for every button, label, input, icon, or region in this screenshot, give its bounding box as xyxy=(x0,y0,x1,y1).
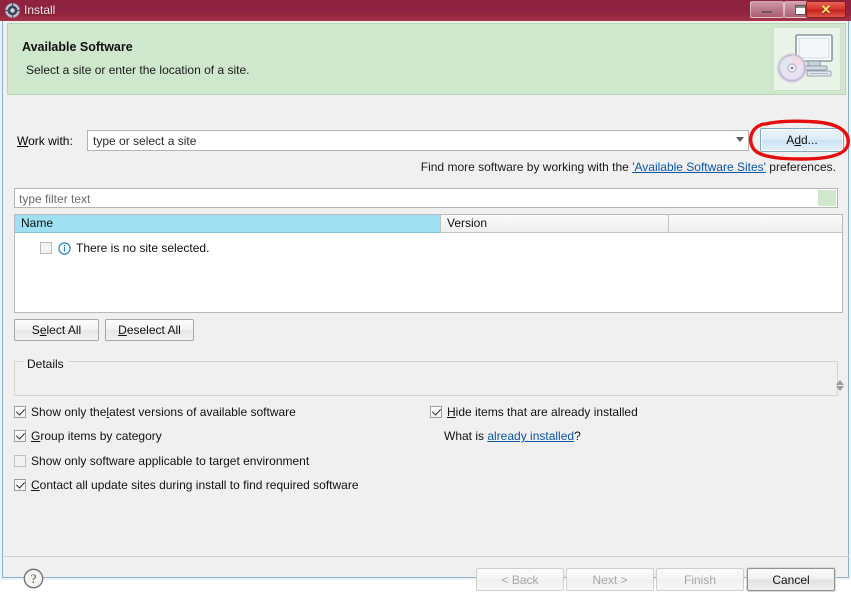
checkbox-label-before: Show only the xyxy=(31,405,107,419)
page-title: Available Software xyxy=(22,40,133,54)
help-question-icon[interactable]: ? xyxy=(23,568,44,589)
checkbox-label-mnemonic: S xyxy=(31,454,40,468)
svg-text:?: ? xyxy=(31,571,37,586)
work-with-combo[interactable]: type or select a site xyxy=(87,130,749,151)
checkbox-show-only-applicable[interactable]: Show only software applicable to target … xyxy=(14,454,309,468)
eclipse-gear-icon xyxy=(5,3,20,18)
checkbox-label-mnemonic: C xyxy=(31,478,40,492)
checkbox-box[interactable] xyxy=(14,479,26,491)
window-titlebar[interactable]: Install ✕ xyxy=(0,0,851,21)
filter-status-indicator xyxy=(818,190,836,206)
checkbox-label-mnemonic: G xyxy=(31,429,41,443)
select-all-prefix: S xyxy=(31,323,40,337)
checkbox-group-items-by-category[interactable]: Group items by category xyxy=(14,429,162,443)
work-with-label: Work with: xyxy=(17,134,73,148)
checkbox-hide-installed-items[interactable]: Hide items that are already installed xyxy=(430,405,638,419)
scroll-up-icon[interactable] xyxy=(835,380,844,385)
details-label: Details xyxy=(23,357,68,371)
info-icon xyxy=(58,241,71,255)
close-icon: ✕ xyxy=(820,1,832,17)
table-row[interactable]: There is no site selected. xyxy=(15,239,209,257)
row-checkbox[interactable] xyxy=(40,242,52,254)
find-more-software-text: Find more software by working with the '… xyxy=(421,160,836,174)
select-all-suffix: lect All xyxy=(46,323,82,337)
checkbox-box[interactable] xyxy=(14,430,26,442)
chevron-down-icon[interactable] xyxy=(736,137,744,142)
details-group xyxy=(14,361,838,396)
row-label: There is no site selected. xyxy=(76,241,210,255)
minimize-icon xyxy=(751,2,783,17)
software-table[interactable]: Name Version There is no site selected. xyxy=(14,214,843,313)
window-title: Install xyxy=(24,3,56,17)
checkbox-show-latest-versions[interactable]: Show only the l atest versions of availab… xyxy=(14,405,296,419)
checkbox-label-after: ontact all update sites during install t… xyxy=(39,478,359,492)
checkbox-box[interactable] xyxy=(430,406,442,418)
page-subtitle: Select a site or enter the location of a… xyxy=(26,63,250,77)
column-header-name[interactable]: Name xyxy=(15,215,441,233)
find-more-prefix: Find more software by working with the xyxy=(420,160,633,174)
add-button-prefix: A xyxy=(786,133,795,147)
deselect-all-mnemonic: D xyxy=(118,323,127,337)
filter-input[interactable]: type filter text xyxy=(19,191,90,207)
what-is-already-installed-text: What is already installed? xyxy=(444,429,581,443)
close-button[interactable]: ✕ xyxy=(806,1,846,18)
deselect-all-suffix: eselect All xyxy=(126,323,181,337)
select-all-mnemonic: e xyxy=(39,323,47,337)
already-installed-link[interactable]: already installed xyxy=(487,429,574,443)
footer-divider xyxy=(4,556,849,557)
checkbox-label-mnemonic: H xyxy=(447,405,456,419)
select-all-button[interactable]: Se lect All xyxy=(14,319,99,341)
checkbox-label-after: roup items by category xyxy=(40,429,162,443)
scroll-down-icon[interactable] xyxy=(835,386,844,391)
checkbox-box[interactable] xyxy=(14,406,26,418)
checkbox-contact-update-sites[interactable]: Contact all update sites during install … xyxy=(14,478,359,492)
add-button-mnemonic: d xyxy=(794,133,801,147)
install-wizard-window: Install ✕ Available Software Select a si… xyxy=(0,0,851,591)
dialog-body: Available Software Select a site or ente… xyxy=(2,21,850,591)
checkbox-label-after: atest versions of available software xyxy=(109,405,296,419)
work-with-label-rest: ork with: xyxy=(28,134,73,148)
what-is-suffix: ? xyxy=(574,429,581,443)
work-with-mnemonic: W xyxy=(17,134,29,148)
column-header-blank[interactable] xyxy=(669,215,842,233)
deselect-all-button[interactable]: Deselect All xyxy=(105,319,194,341)
wizard-banner: Available Software Select a site or ente… xyxy=(7,23,846,95)
work-with-input[interactable]: type or select a site xyxy=(93,133,196,150)
monitor-with-disc-icon xyxy=(773,27,841,91)
add-button-suffix: d... xyxy=(801,133,818,147)
filter-input-wrapper[interactable]: type filter text xyxy=(14,188,838,208)
checkbox-box[interactable] xyxy=(14,455,26,467)
minimize-button[interactable] xyxy=(750,1,784,18)
available-software-sites-link[interactable]: 'Available Software Sites' xyxy=(632,160,766,174)
checkbox-label-after: ide items that are already installed xyxy=(455,405,638,419)
what-is-prefix: What is xyxy=(444,429,488,443)
column-header-version[interactable]: Version xyxy=(441,215,669,233)
checkbox-label-after: how only software applicable to target e… xyxy=(39,454,310,468)
details-scrollbar[interactable] xyxy=(834,379,845,397)
find-more-suffix: preferences. xyxy=(765,160,836,174)
add-button[interactable]: Ad d... xyxy=(760,128,844,152)
table-header: Name Version xyxy=(15,215,842,233)
